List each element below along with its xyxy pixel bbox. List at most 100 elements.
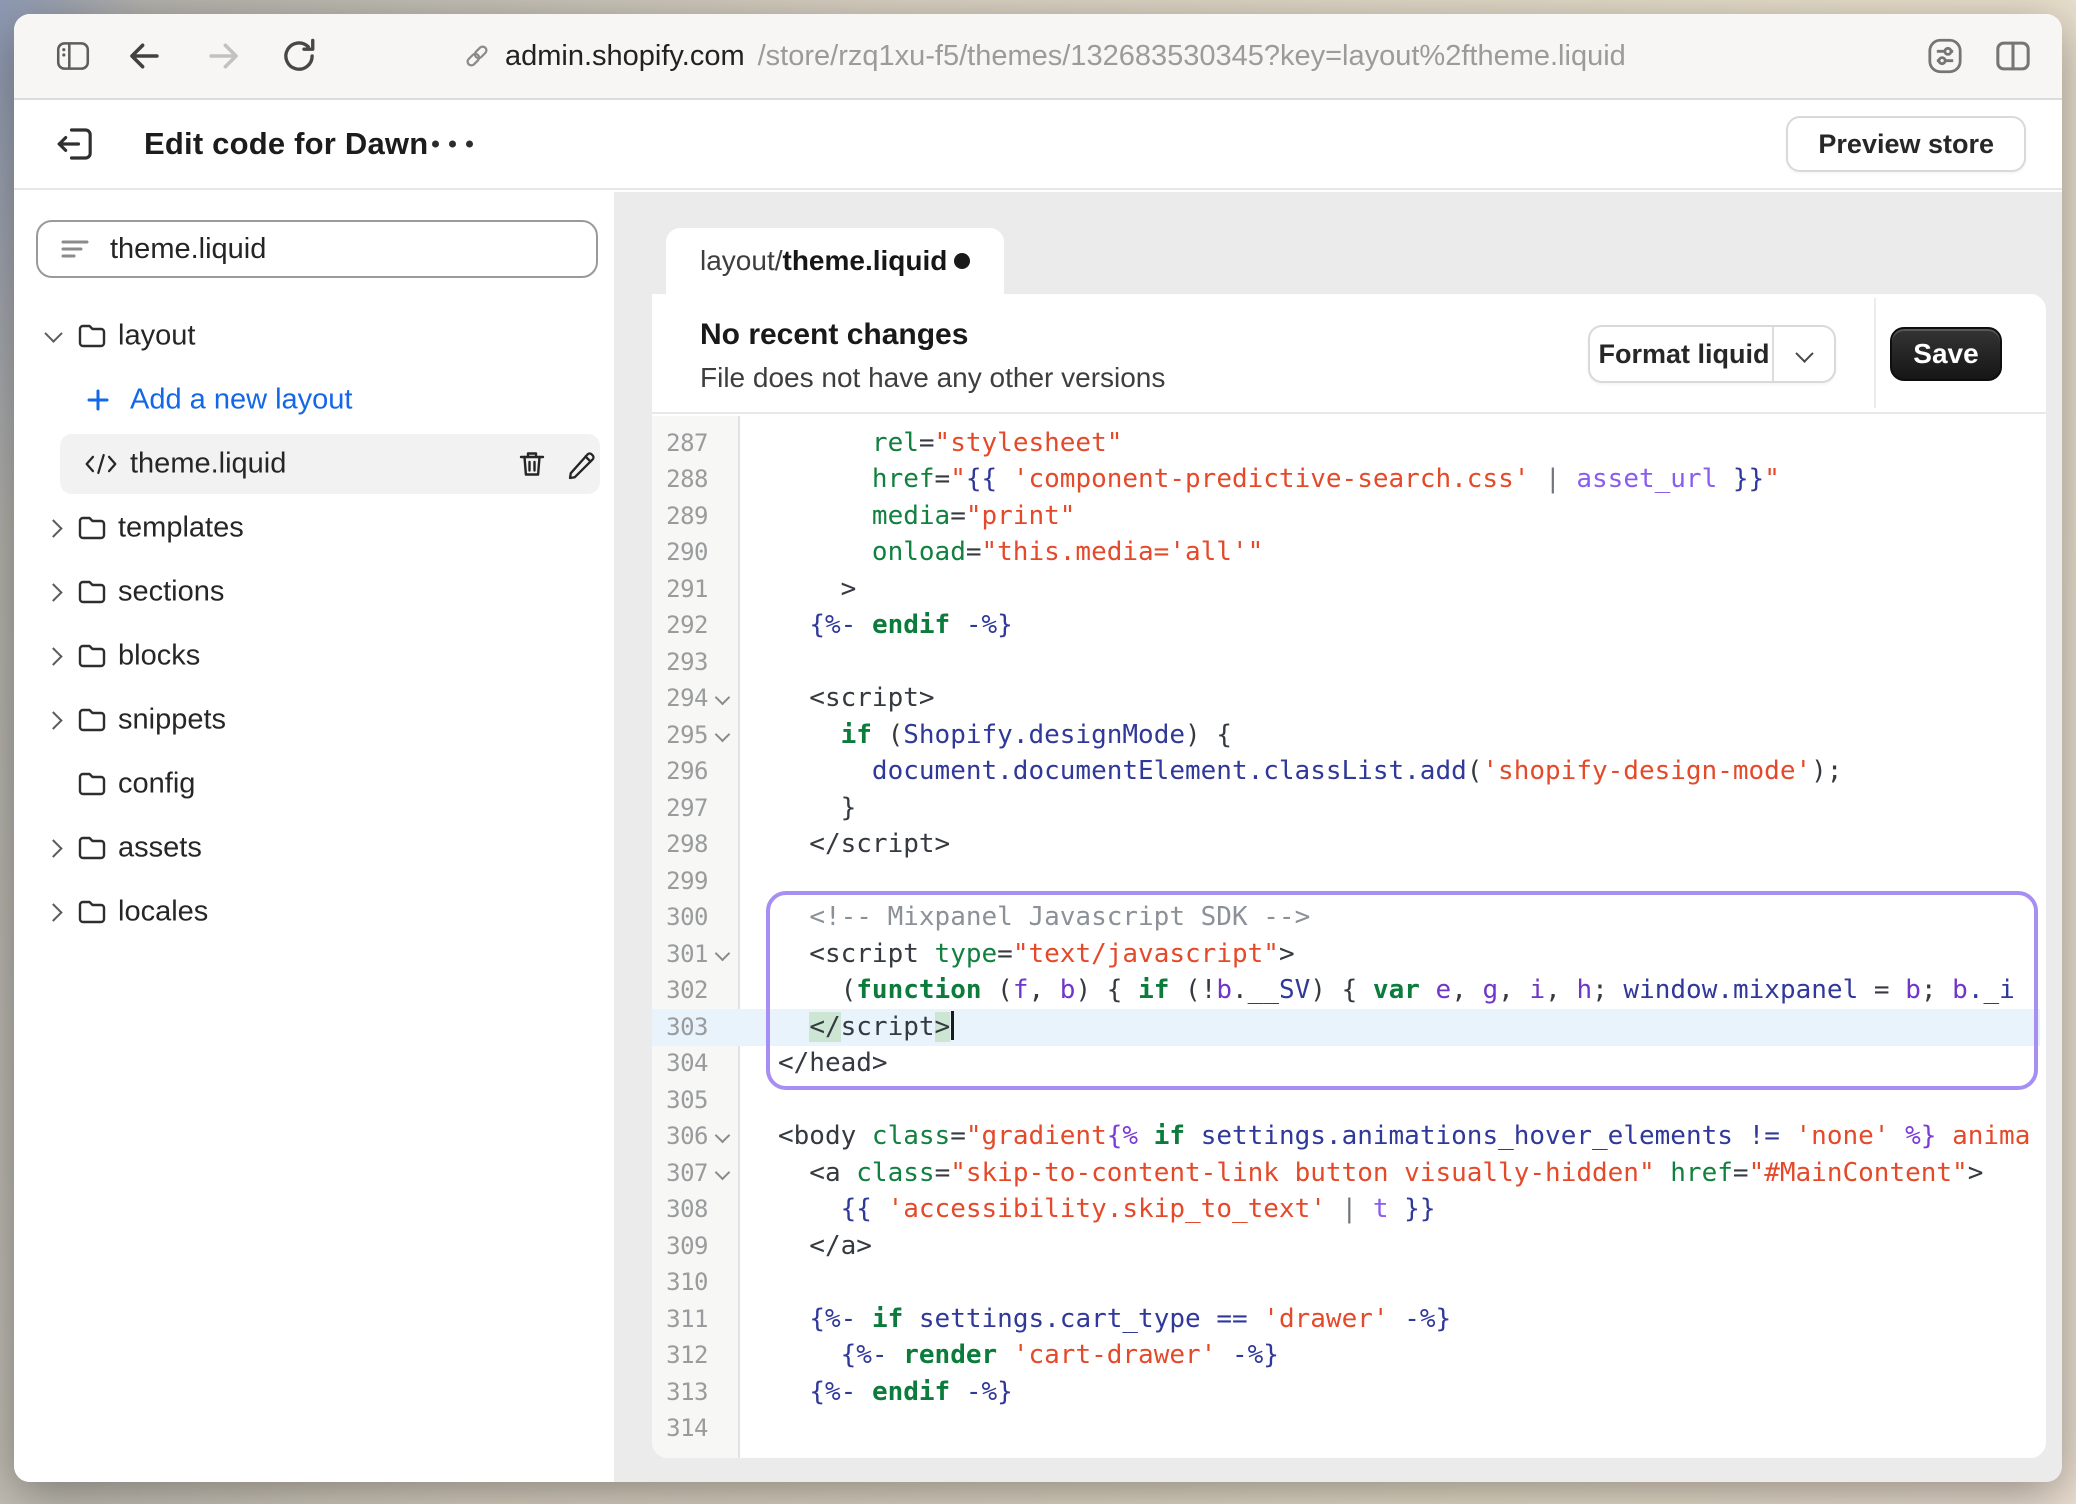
code-line[interactable]: 306<body class="gradient{% if settings.a… [652,1118,2046,1155]
code-line[interactable]: 298 </script> [652,826,2046,863]
tree-label: sections [118,576,224,609]
fold-chevron-icon[interactable] [708,717,740,754]
editor-panel-header: No recent changes File does not have any… [652,294,2046,414]
tree-label: Add a new layout [130,384,352,417]
chevron-down-icon[interactable] [40,323,66,349]
code-line[interactable]: 314 [652,1410,2046,1447]
code-line[interactable]: 303 </script> [652,1009,2046,1046]
code-line[interactable]: 301 <script type="text/javascript"> [652,936,2046,973]
tree-folder-sections[interactable]: sections [14,560,614,624]
browser-toolbar: admin.shopify.com/store/rzq1xu-f5/themes… [14,14,2062,100]
fold-gutter [708,1191,740,1228]
tree-label: blocks [118,640,200,673]
forward-icon[interactable] [204,37,242,75]
tree-file-theme-liquid[interactable]: theme.liquid [14,432,614,496]
fold-gutter [708,416,740,425]
overflow-menu-icon[interactable] [422,131,483,158]
tree-folder-config[interactable]: config [14,752,614,816]
fold-gutter [708,1045,740,1082]
code-line[interactable]: 305 [652,1082,2046,1119]
code-lines: 286 <link287 rel="stylesheet"288 href="{… [652,416,2046,1447]
code-line[interactable]: 288 href="{{ 'component-predictive-searc… [652,461,2046,498]
file-search-input[interactable] [110,233,530,266]
fold-gutter [708,644,740,681]
file-sidebar: layout Add a new layout theme.liq [14,192,614,1482]
delete-file-button[interactable] [515,447,549,481]
address-bar[interactable]: admin.shopify.com/store/rzq1xu-f5/themes… [462,14,1626,98]
changes-status-title: No recent changes [700,318,968,352]
code-line[interactable]: 308 {{ 'accessibility.skip_to_text' | t … [652,1191,2046,1228]
fold-gutter [708,1264,740,1301]
file-search-box[interactable] [36,220,598,278]
folder-icon [76,896,108,928]
fold-gutter [708,461,740,498]
fold-chevron-icon[interactable] [708,680,740,717]
tree-folder-snippets[interactable]: snippets [14,688,614,752]
tree-folder-layout[interactable]: layout [14,304,614,368]
tree-label: locales [118,896,208,929]
code-line[interactable]: 296 document.documentElement.classList.a… [652,753,2046,790]
tree-folder-blocks[interactable]: blocks [14,624,614,688]
code-line[interactable]: 299 [652,863,2046,900]
chevron-right-icon[interactable] [40,643,66,669]
chevron-right-icon[interactable] [40,835,66,861]
code-line[interactable]: 312 {%- render 'cart-drawer' -%} [652,1337,2046,1374]
code-line[interactable]: 304</head> [652,1045,2046,1082]
code-line[interactable]: 309 </a> [652,1228,2046,1265]
code-line[interactable]: 287 rel="stylesheet" [652,425,2046,462]
fold-gutter [708,753,740,790]
code-line[interactable]: 290 onload="this.media='all'" [652,534,2046,571]
browser-window: admin.shopify.com/store/rzq1xu-f5/themes… [14,14,2062,1482]
fold-chevron-icon[interactable] [708,936,740,973]
code-line[interactable]: 313 {%- endif -%} [652,1374,2046,1411]
filter-icon [58,232,92,266]
fold-gutter [708,790,740,827]
code-line[interactable]: 286 <link [652,416,2046,425]
save-button[interactable]: Save [1890,327,2002,381]
sidebar-toggle-icon[interactable] [54,37,92,75]
chevron-down-icon [1798,339,1811,370]
folder-icon [76,576,108,608]
fold-chevron-icon[interactable] [708,1155,740,1192]
code-line[interactable]: 289 media="print" [652,498,2046,535]
code-line[interactable]: 293 [652,644,2046,681]
chevron-right-icon[interactable] [40,707,66,733]
chevron-right-icon[interactable] [40,515,66,541]
format-liquid-button[interactable]: Format liquid [1590,339,1772,370]
code-line[interactable]: 291 > [652,571,2046,608]
chevron-right-icon[interactable] [40,579,66,605]
exit-editor-button[interactable] [52,121,98,167]
tree-folder-templates[interactable]: templates [14,496,614,560]
back-icon[interactable] [126,37,164,75]
preview-store-button[interactable]: Preview store [1786,116,2026,172]
url-path: /store/rzq1xu-f5/themes/132683530345?key… [758,40,1626,73]
split-view-icon[interactable] [1992,35,2034,77]
chevron-right-icon[interactable] [40,899,66,925]
tab-layout-theme-liquid[interactable]: layout/theme.liquid [666,228,1004,294]
code-line[interactable]: 302 (function (f, b) { if (!b.__SV) { va… [652,972,2046,1009]
url-host: admin.shopify.com [505,40,745,73]
tree-folder-assets[interactable]: assets [14,816,614,880]
rename-file-button[interactable] [563,447,597,481]
tree-folder-locales[interactable]: locales [14,880,614,944]
format-options-dropdown[interactable] [1772,327,1834,381]
fold-chevron-icon[interactable] [708,1118,740,1155]
add-new-layout-button[interactable]: Add a new layout [14,368,614,432]
code-line[interactable]: 292 {%- endif -%} [652,607,2046,644]
code-line[interactable]: 311 {%- if settings.cart_type == 'drawer… [652,1301,2046,1338]
fold-gutter [708,863,740,900]
code-line[interactable]: 294 <script> [652,680,2046,717]
fold-gutter [708,498,740,535]
code-file-icon [84,449,118,479]
code-line[interactable]: 295 if (Shopify.designMode) { [652,717,2046,754]
folder-icon [76,704,108,736]
code-editor[interactable]: 286 <link287 rel="stylesheet"288 href="{… [652,416,2046,1458]
code-line[interactable]: 307 <a class="skip-to-content-link butto… [652,1155,2046,1192]
code-line[interactable]: 310 [652,1264,2046,1301]
code-line[interactable]: 300 <!-- Mixpanel Javascript SDK --> [652,899,2046,936]
fold-gutter [708,1410,740,1447]
page-settings-icon[interactable] [1924,35,1966,77]
reload-icon[interactable] [279,36,319,76]
code-line[interactable]: 297 } [652,790,2046,827]
fold-gutter [708,1009,740,1046]
